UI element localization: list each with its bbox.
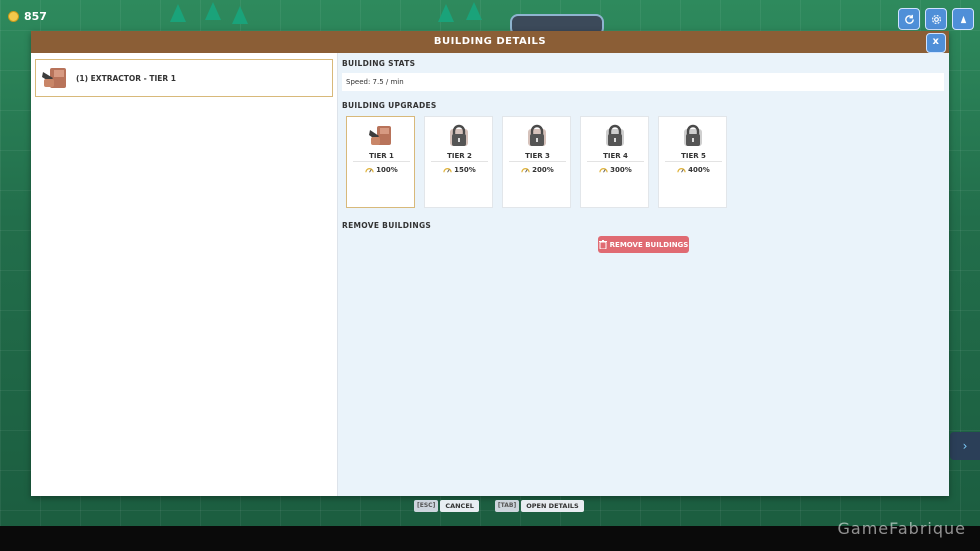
tier-name: TIER 4	[603, 152, 628, 160]
tier-name: TIER 5	[681, 152, 706, 160]
tree-decoration	[232, 6, 248, 24]
tree-decoration	[466, 2, 482, 20]
tier-divider	[509, 161, 566, 162]
tier-speed: 200%	[503, 165, 572, 174]
tier-divider	[665, 161, 722, 162]
hud-top-buttons	[898, 8, 974, 30]
open-details-hint[interactable]: [TAB] OPEN DETAILS	[494, 500, 584, 512]
modal-title: BUILDING DETAILS	[433, 36, 547, 47]
tier-speed: 150%	[425, 165, 494, 174]
tier-speed: 300%	[581, 165, 650, 174]
tier-card-5[interactable]: TIER 5 400%	[658, 116, 727, 208]
tier-card-1[interactable]: TIER 1 100%	[346, 116, 415, 208]
lock-icon	[684, 124, 702, 146]
extractor-icon	[369, 126, 391, 145]
remove-buildings-button[interactable]: REMOVE BUILDINGS	[598, 236, 689, 253]
building-details-modal: BUILDING DETAILS x (1) EXTRACTOR - TIER …	[31, 31, 949, 496]
tier-card-4[interactable]: TIER 4 300%	[580, 116, 649, 208]
speed-gauge-icon	[365, 167, 374, 173]
close-icon: x	[932, 36, 940, 47]
tier-speed-value: 300%	[610, 165, 632, 174]
close-button[interactable]: x	[926, 33, 946, 53]
building-list-item-extractor[interactable]: (1) EXTRACTOR - TIER 1	[35, 59, 333, 97]
tab-keycap: [TAB]	[494, 500, 520, 512]
cancel-button[interactable]: CANCEL	[440, 500, 479, 512]
stats-button[interactable]	[952, 8, 974, 30]
building-list-item-label: (1) EXTRACTOR - TIER 1	[76, 73, 177, 83]
refresh-icon	[904, 14, 914, 24]
settings-button[interactable]	[925, 8, 947, 30]
speed-gauge-icon	[599, 167, 608, 173]
speed-gauge-icon	[677, 167, 686, 173]
modal-header: BUILDING DETAILS x	[31, 31, 949, 53]
stats-icon	[960, 15, 966, 23]
tier-speed-value: 150%	[454, 165, 476, 174]
refresh-button[interactable]	[898, 8, 920, 30]
tree-decoration	[170, 4, 186, 22]
tier-name: TIER 1	[369, 152, 394, 160]
tier-card-3[interactable]: TIER 3 200%	[502, 116, 571, 208]
tier-divider	[353, 161, 410, 162]
side-panel-tab[interactable]: ›	[950, 432, 980, 460]
coin-amount: 857	[24, 10, 47, 23]
tree-decoration	[438, 4, 454, 22]
tier-speed-value: 200%	[532, 165, 554, 174]
tier-card-2[interactable]: TIER 2 150%	[424, 116, 493, 208]
tier-list: TIER 1 100% TIER 2 150% TIER 3 200% TIER…	[346, 116, 727, 208]
tier-name: TIER 2	[447, 152, 472, 160]
coin-icon	[8, 11, 19, 22]
open-details-button[interactable]: OPEN DETAILS	[521, 500, 584, 512]
tier-divider	[587, 161, 644, 162]
modal-footer-hints: [ESC] CANCEL [TAB] OPEN DETAILS	[414, 500, 584, 512]
building-detail-pane: BUILDING STATS Speed: 7.5 / min BUILDING…	[338, 53, 949, 496]
esc-keycap: [ESC]	[414, 500, 439, 512]
speed-gauge-icon	[521, 167, 530, 173]
extractor-icon	[42, 68, 66, 88]
tree-decoration	[205, 2, 221, 20]
tier-speed-value: 400%	[688, 165, 710, 174]
tier-divider	[431, 161, 488, 162]
stats-section-title: BUILDING STATS	[342, 59, 416, 68]
coin-counter: 857	[8, 10, 47, 23]
settings-icon	[931, 14, 941, 24]
letterbox-bar	[0, 526, 980, 551]
speed-gauge-icon	[443, 167, 452, 173]
remove-buildings-label: REMOVE BUILDINGS	[609, 240, 689, 249]
building-list-pane: (1) EXTRACTOR - TIER 1	[31, 53, 338, 496]
lock-icon	[528, 124, 546, 146]
remove-section-title: REMOVE BUILDINGS	[342, 221, 432, 230]
upgrades-section-title: BUILDING UPGRADES	[342, 101, 437, 110]
lock-icon	[606, 124, 624, 146]
trash-icon	[598, 240, 607, 249]
speed-stat: Speed: 7.5 / min	[342, 73, 944, 91]
tier-name: TIER 3	[525, 152, 550, 160]
tier-speed: 100%	[347, 165, 416, 174]
cancel-hint[interactable]: [ESC] CANCEL	[414, 500, 479, 512]
lock-icon	[450, 124, 468, 146]
tier-speed-value: 100%	[376, 165, 398, 174]
watermark-logo: GameFabrique	[837, 519, 966, 538]
tier-speed: 400%	[659, 165, 728, 174]
